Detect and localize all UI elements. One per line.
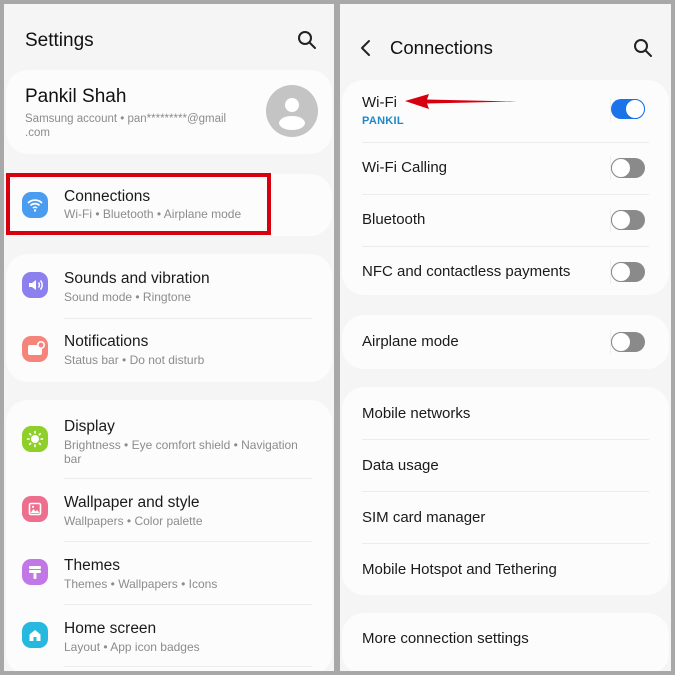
profile-account-cont: .com (25, 127, 50, 139)
item-label: Sounds and vibration (64, 270, 210, 287)
page-title: Connections (390, 37, 493, 58)
toggle-knob (625, 99, 645, 119)
airplane-mode-toggle[interactable] (611, 332, 645, 352)
row-label: Wi-Fi (362, 94, 397, 111)
bluetooth-toggle[interactable] (611, 210, 645, 230)
profile-subtitle: Samsung account • pan*********@gmail .co… (25, 112, 226, 140)
profile-card[interactable]: Pankil Shah Samsung account • pan*******… (6, 70, 332, 154)
wifi-toggle[interactable] (611, 99, 645, 119)
link-sim-card-manager[interactable]: SIM card manager (342, 491, 669, 543)
row-label: Mobile Hotspot and Tethering (362, 561, 557, 578)
item-subtitle: Layout • App icon badges (64, 640, 200, 654)
more-settings-card: More connection settings (342, 613, 669, 671)
row-label: NFC and contactless payments (362, 263, 571, 280)
link-mobile-networks[interactable]: Mobile networks (342, 387, 669, 439)
item-subtitle: Wallpapers • Color palette (64, 514, 203, 528)
row-label: Data usage (362, 457, 439, 474)
sound-notifications-card: Sounds and vibration Sound mode • Ringto… (6, 254, 332, 382)
item-label: Notifications (64, 333, 149, 350)
brush-icon (22, 559, 48, 585)
sun-icon (22, 426, 48, 452)
settings-panel: Settings Pankil Shah Samsung account • p… (4, 4, 334, 671)
item-label: Home screen (64, 620, 157, 637)
divider (64, 666, 312, 667)
item-subtitle: Themes • Wallpapers • Icons (64, 577, 218, 591)
avatar[interactable] (266, 85, 318, 137)
home-icon (22, 622, 48, 648)
item-subtitle: Brightness • Eye comfort shield • Naviga… (64, 438, 298, 452)
nfc-toggle[interactable] (611, 262, 645, 282)
notification-icon (22, 336, 48, 362)
toggle-knob (611, 158, 631, 178)
settings-item-home-screen[interactable]: Home screen Layout • App icon badges (6, 604, 332, 667)
airplane-card: Airplane mode (342, 315, 669, 369)
item-label: Themes (64, 557, 120, 574)
wifi-calling-toggle[interactable] (611, 158, 645, 178)
back-arrow-icon[interactable] (358, 38, 374, 58)
network-links-card: Mobile networks Data usage SIM card mana… (342, 387, 669, 595)
row-label: Bluetooth (362, 211, 426, 228)
row-label: Wi-Fi Calling (362, 159, 448, 176)
row-label: Airplane mode (362, 333, 459, 350)
item-label: Display (64, 418, 115, 435)
settings-item-display[interactable]: Display Brightness • Eye comfort shield … (6, 400, 332, 478)
link-data-usage[interactable]: Data usage (342, 439, 669, 491)
settings-item-wallpaper[interactable]: Wallpaper and style Wallpapers • Color p… (6, 478, 332, 541)
settings-item-sounds[interactable]: Sounds and vibration Sound mode • Ringto… (6, 254, 332, 316)
profile-name: Pankil Shah (25, 86, 127, 107)
image-icon (22, 496, 48, 522)
wifi-network-name: PANKIL (362, 115, 404, 127)
settings-item-themes[interactable]: Themes Themes • Wallpapers • Icons (6, 541, 332, 604)
person-icon (279, 98, 305, 130)
item-subtitle: Status bar • Do not disturb (64, 353, 205, 367)
link-mobile-hotspot[interactable]: Mobile Hotspot and Tethering (342, 543, 669, 595)
row-label: Mobile networks (362, 405, 471, 422)
toggle-row-wifi-calling[interactable]: Wi-Fi Calling (342, 142, 669, 194)
search-icon[interactable] (297, 30, 317, 50)
display-group-card: Display Brightness • Eye comfort shield … (6, 400, 332, 671)
settings-item-notifications[interactable]: Notifications Status bar • Do not distur… (6, 318, 332, 382)
settings-app-bar: Settings (4, 4, 334, 74)
search-icon[interactable] (633, 38, 653, 58)
connections-app-bar: Connections (340, 4, 671, 74)
item-label: Wallpaper and style (64, 494, 200, 511)
speaker-icon (22, 272, 48, 298)
toggle-knob (611, 262, 631, 282)
connections-highlight-box (6, 173, 271, 235)
page-title: Settings (25, 30, 94, 51)
annotation-arrow-icon (405, 94, 517, 109)
toggle-row-bluetooth[interactable]: Bluetooth (342, 194, 669, 246)
toggle-knob (611, 332, 631, 352)
item-subtitle-cont: bar (64, 452, 82, 466)
row-label: More connection settings (362, 630, 529, 647)
toggle-knob (611, 210, 631, 230)
item-subtitle: Sound mode • Ringtone (64, 290, 191, 304)
profile-account: Samsung account • pan*********@gmail (25, 113, 227, 125)
link-more-connection-settings[interactable]: More connection settings (342, 613, 669, 667)
toggle-row-airplane[interactable]: Airplane mode (342, 315, 669, 369)
row-label: SIM card manager (362, 509, 486, 526)
toggle-row-nfc[interactable]: NFC and contactless payments (342, 246, 669, 298)
